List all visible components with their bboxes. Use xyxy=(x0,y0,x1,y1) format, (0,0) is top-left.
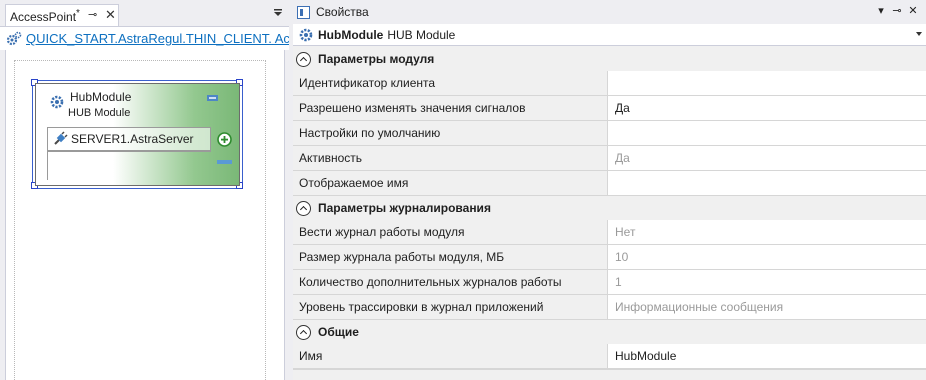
properties-title: Свойства xyxy=(316,5,369,19)
property-row[interactable]: Имя HubModule xyxy=(293,344,926,369)
server-label: SERVER1.AstraServer xyxy=(71,132,194,146)
property-name: Размер журнала работы модуля, МБ xyxy=(293,245,608,269)
property-name: Имя xyxy=(293,344,608,368)
tab-accesspoint[interactable]: AccessPoint* ⊸ ✕ xyxy=(5,4,119,26)
gear-icon xyxy=(299,28,313,41)
modified-marker: * xyxy=(76,7,80,19)
category-label: Параметры модуля xyxy=(318,52,435,66)
minus-icon[interactable] xyxy=(217,160,232,164)
category-label: Общие xyxy=(318,325,359,339)
close-icon[interactable]: ✕ xyxy=(105,7,116,23)
category-header[interactable]: Общие xyxy=(293,320,926,344)
object-path-link[interactable]: QUICK_START.AstraRegul.THIN_CLIENT. Ac xyxy=(26,31,289,46)
selected-object-name: HubModule xyxy=(318,27,384,42)
node-title: HubModule xyxy=(70,90,132,104)
category-header[interactable]: Параметры модуля xyxy=(293,47,926,71)
property-value: Да xyxy=(608,146,926,170)
property-row[interactable]: Идентификатор клиента xyxy=(293,71,926,96)
property-value: 1 xyxy=(608,270,926,294)
property-name: Отображаемое имя xyxy=(293,171,608,195)
plus-circle-icon[interactable] xyxy=(217,132,232,147)
property-value[interactable] xyxy=(608,171,926,195)
property-value[interactable] xyxy=(608,71,926,95)
property-name: Разрешено изменять значения сигналов xyxy=(293,96,608,120)
property-name: Идентификатор клиента xyxy=(293,71,608,95)
server-list-border xyxy=(47,151,48,180)
property-name: Настройки по умолчанию xyxy=(293,121,608,145)
collapse-chevron-icon[interactable] xyxy=(296,51,311,67)
property-row[interactable]: Размер журнала работы модуля, МБ 10 xyxy=(293,245,926,270)
property-value: Информационные сообщения xyxy=(608,295,926,319)
property-row[interactable]: Уровень трассировки в журнал приложений И… xyxy=(293,295,926,320)
property-row[interactable]: Разрешено изменять значения сигналов Да xyxy=(293,96,926,121)
property-value[interactable] xyxy=(608,121,926,145)
property-value: Нет xyxy=(608,220,926,244)
designer-panel: AccessPoint* ⊸ ✕ QUICK_START.AstraRegul.… xyxy=(0,0,289,380)
chevron-down-icon[interactable] xyxy=(916,32,922,36)
category-header[interactable]: Параметры журналирования xyxy=(293,196,926,220)
designer-tabbar: AccessPoint* ⊸ ✕ xyxy=(0,0,289,26)
window-menu-icon[interactable]: ▾ xyxy=(875,4,887,17)
hub-module-node[interactable]: HubModule HUB Module SERVER1.AstraServer xyxy=(35,83,240,186)
category-label: Параметры журналирования xyxy=(318,201,491,215)
property-grid: Параметры модуля Идентификатор клиента Раз… xyxy=(293,47,926,380)
property-name: Количество дополнительных журналов работ… xyxy=(293,270,608,294)
property-row[interactable]: Активность Да xyxy=(293,146,926,171)
property-row[interactable]: Отображаемое имя xyxy=(293,171,926,196)
server-list-divider xyxy=(47,151,211,152)
close-icon[interactable]: ✕ xyxy=(907,4,919,17)
property-value[interactable]: Да xyxy=(608,96,926,120)
object-selector[interactable]: HubModule HUB Module xyxy=(293,24,926,46)
plug-icon xyxy=(54,131,68,145)
collapse-chevron-icon[interactable] xyxy=(296,200,311,216)
module-status-icon xyxy=(207,95,218,101)
property-name: Уровень трассировки в журнал приложений xyxy=(293,295,608,319)
module-gear-icon xyxy=(50,95,64,109)
dropdown-arrow-icon[interactable] xyxy=(272,6,284,18)
properties-titlebar: Свойства ▾ ⊸ ✕ xyxy=(293,0,926,24)
property-name: Активность xyxy=(293,146,608,170)
property-row[interactable]: Количество дополнительных журналов работ… xyxy=(293,270,926,295)
property-value[interactable]: HubModule xyxy=(608,344,926,368)
grid-empty-area xyxy=(293,369,926,380)
server-item[interactable]: SERVER1.AstraServer xyxy=(47,127,211,151)
property-row[interactable]: Вести журнал работы модуля Нет xyxy=(293,220,926,245)
gear-icon xyxy=(6,31,22,45)
property-name: Вести журнал работы модуля xyxy=(293,220,608,244)
object-path-bar: QUICK_START.AstraRegul.THIN_CLIENT. Ac xyxy=(0,26,289,50)
collapse-chevron-icon[interactable] xyxy=(296,324,311,340)
pin-icon[interactable]: ⊸ xyxy=(88,8,97,21)
property-value: 10 xyxy=(608,245,926,269)
property-row[interactable]: Настройки по умолчанию xyxy=(293,121,926,146)
properties-panel: Свойства ▾ ⊸ ✕ HubModule HUB Module Пара… xyxy=(293,0,926,380)
tab-title: AccessPoint* xyxy=(10,7,80,24)
properties-icon xyxy=(297,5,310,19)
pin-icon[interactable]: ⊸ xyxy=(891,4,903,17)
selected-object-type: HUB Module xyxy=(387,27,456,42)
node-subtitle: HUB Module xyxy=(68,107,131,119)
